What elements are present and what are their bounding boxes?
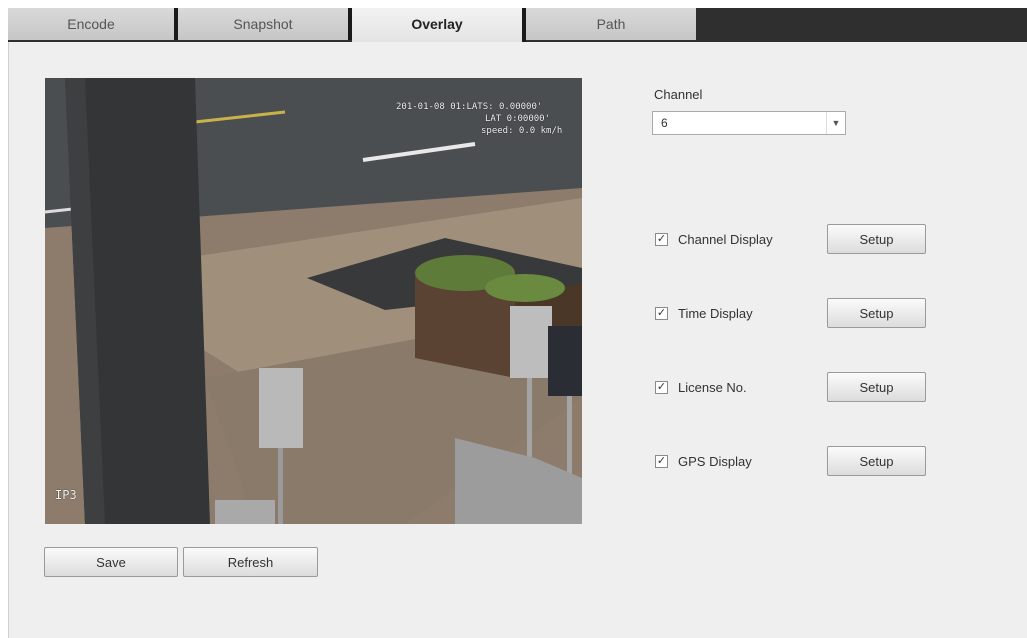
tab-overlay[interactable]: Overlay: [352, 8, 526, 42]
overlay-channel-name-text: IP3: [55, 488, 77, 502]
channel-select[interactable]: 6 ▼: [652, 111, 846, 135]
license-no-setup-button[interactable]: Setup: [827, 372, 926, 402]
gps-display-label: GPS Display: [678, 454, 752, 469]
overlay-latitude-text: LAT 0:00000': [485, 114, 551, 124]
tab-bar: Encode Snapshot Overlay Path: [8, 8, 1027, 42]
save-button[interactable]: Save: [44, 547, 178, 577]
license-no-label: License No.: [678, 380, 747, 395]
channel-label: Channel: [654, 87, 703, 102]
camera-scene-image: [45, 78, 582, 524]
gps-display-setup-button[interactable]: Setup: [827, 446, 926, 476]
chevron-down-icon[interactable]: ▼: [826, 112, 845, 134]
overlay-time-text: 201-01-08 01:LATS: 0.00000': [396, 102, 543, 112]
channel-display-setup-button[interactable]: Setup: [827, 224, 926, 254]
channel-select-value: 6: [661, 116, 668, 130]
time-display-label: Time Display: [678, 306, 753, 321]
channel-display-checkbox[interactable]: ✓: [655, 233, 668, 246]
license-no-checkbox[interactable]: ✓: [655, 381, 668, 394]
channel-display-label: Channel Display: [678, 232, 773, 247]
overlay-speed-text: speed: 0.0 km/h: [481, 126, 563, 136]
time-display-setup-button[interactable]: Setup: [827, 298, 926, 328]
tab-encode[interactable]: Encode: [8, 8, 178, 40]
tab-path[interactable]: Path: [526, 8, 696, 40]
refresh-button[interactable]: Refresh: [183, 547, 318, 577]
tab-snapshot[interactable]: Snapshot: [178, 8, 352, 40]
gps-display-checkbox[interactable]: ✓: [655, 455, 668, 468]
video-preview[interactable]: 201-01-08 01:LATS: 0.00000' LAT 0:00000'…: [45, 78, 582, 524]
time-display-checkbox[interactable]: ✓: [655, 307, 668, 320]
